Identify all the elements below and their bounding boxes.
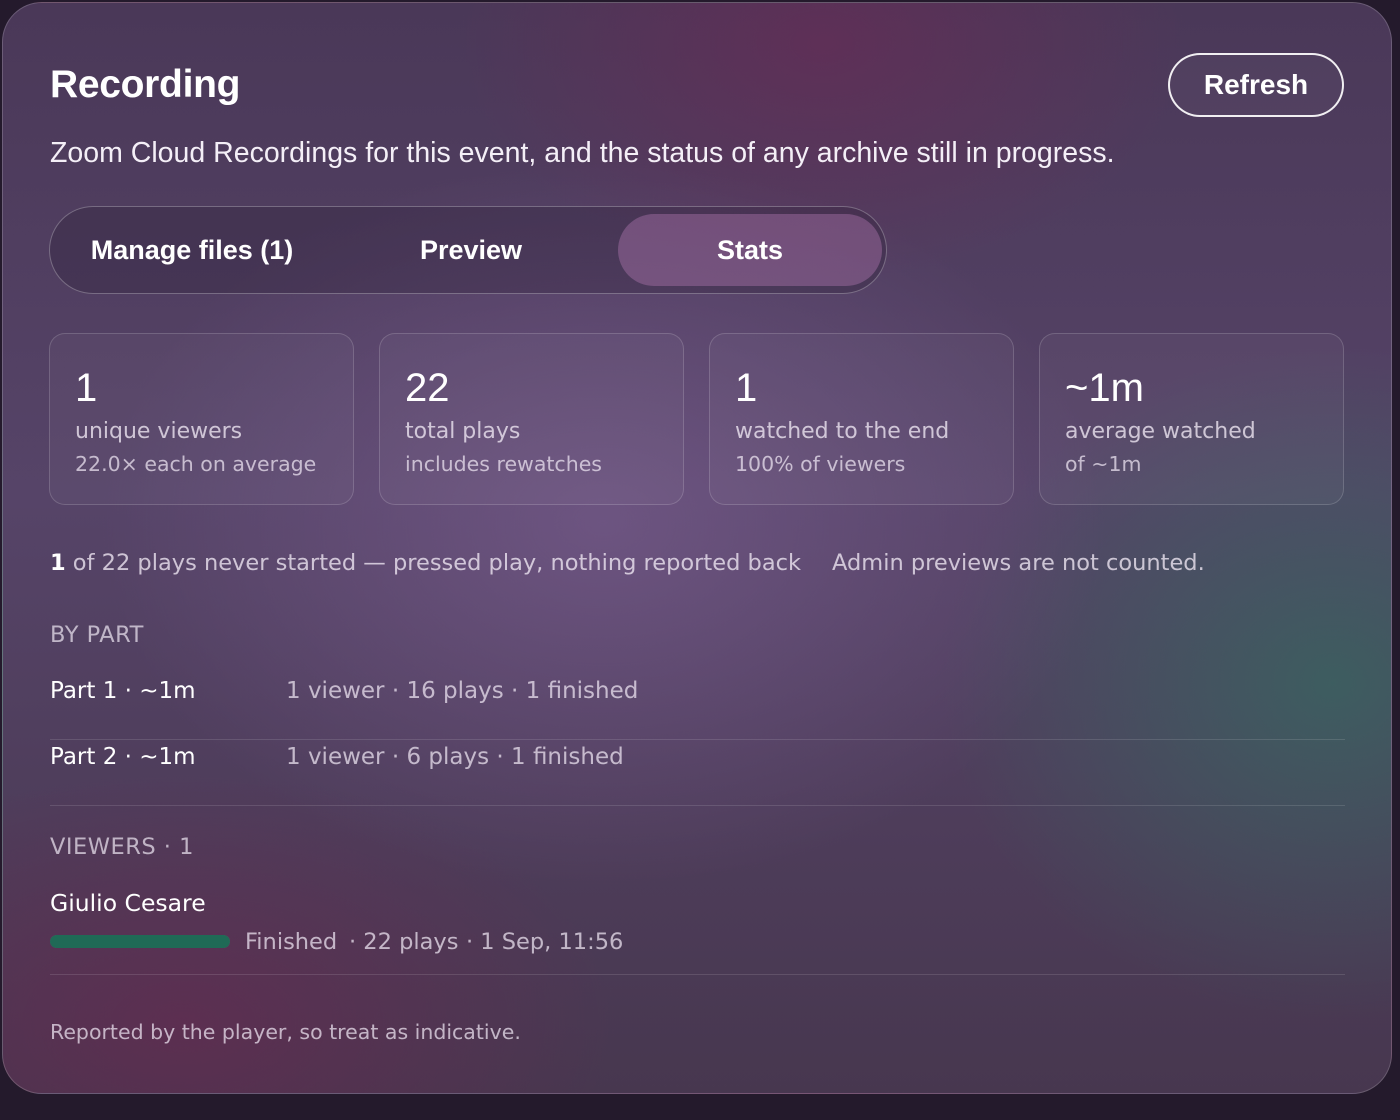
- viewer-progress-fill: [50, 935, 230, 948]
- part-name: Part 1 · ~1m: [50, 678, 196, 704]
- stat-label: average watched: [1065, 419, 1256, 444]
- viewers-heading: VIEWERS · 1: [50, 834, 194, 860]
- never-started-text: of 22 plays never started — pressed play…: [65, 550, 802, 576]
- stat-card-average-watched: ~1m average watched of ~1m: [1039, 333, 1344, 505]
- tab-preview[interactable]: Preview: [341, 214, 601, 286]
- stat-label: total plays: [405, 419, 521, 444]
- page-subtitle: Zoom Cloud Recordings for this event, an…: [50, 137, 1115, 169]
- stat-note: 100% of viewers: [735, 452, 906, 476]
- recording-card: Recording Refresh Zoom Cloud Recordings …: [2, 2, 1392, 1094]
- viewer-status: Finished: [245, 929, 338, 955]
- tab-bar: Manage files (1) Preview Stats: [49, 206, 887, 294]
- part-row: Part 2 · ~1m 1 viewer · 6 plays · 1 fini…: [50, 740, 1345, 806]
- page-title: Recording: [50, 63, 241, 106]
- never-started-count: 1: [50, 550, 66, 576]
- viewer-plays: · 22 plays: [349, 929, 459, 955]
- admin-previews-note: Admin previews are not counted.: [832, 550, 1205, 576]
- stat-note: includes rewatches: [405, 452, 602, 476]
- viewer-name: Giulio Cesare: [50, 889, 206, 917]
- stat-card-watched-to-end: 1 watched to the end 100% of viewers: [709, 333, 1014, 505]
- stat-value: ~1m: [1065, 366, 1144, 410]
- tab-stats[interactable]: Stats: [618, 214, 882, 286]
- stat-card-total-plays: 22 total plays includes rewatches: [379, 333, 684, 505]
- tab-manage-files[interactable]: Manage files (1): [60, 214, 324, 286]
- viewer-date: · 1 Sep, 11:56: [466, 929, 624, 955]
- part-name: Part 2 · ~1m: [50, 744, 196, 770]
- viewer-progress-bar: [50, 935, 230, 948]
- footer-note: Reported by the player, so treat as indi…: [50, 1020, 521, 1044]
- divider: [50, 974, 1345, 975]
- part-info: 1 viewer · 16 plays · 1 finished: [286, 678, 639, 704]
- stat-card-unique-viewers: 1 unique viewers 22.0× each on average: [49, 333, 354, 505]
- stat-value: 1: [75, 366, 98, 410]
- refresh-button[interactable]: Refresh: [1168, 53, 1344, 117]
- stat-label: watched to the end: [735, 419, 950, 444]
- stat-note: of ~1m: [1065, 452, 1142, 476]
- stat-note: 22.0× each on average: [75, 452, 317, 476]
- part-row: Part 1 · ~1m 1 viewer · 16 plays · 1 fin…: [50, 674, 1345, 740]
- stat-label: unique viewers: [75, 419, 243, 444]
- never-started-note: 1 of 22 plays never started — pressed pl…: [50, 550, 801, 576]
- stat-value: 1: [735, 366, 758, 410]
- by-part-heading: BY PART: [50, 622, 144, 648]
- part-info: 1 viewer · 6 plays · 1 finished: [286, 744, 624, 770]
- stat-value: 22: [405, 366, 450, 410]
